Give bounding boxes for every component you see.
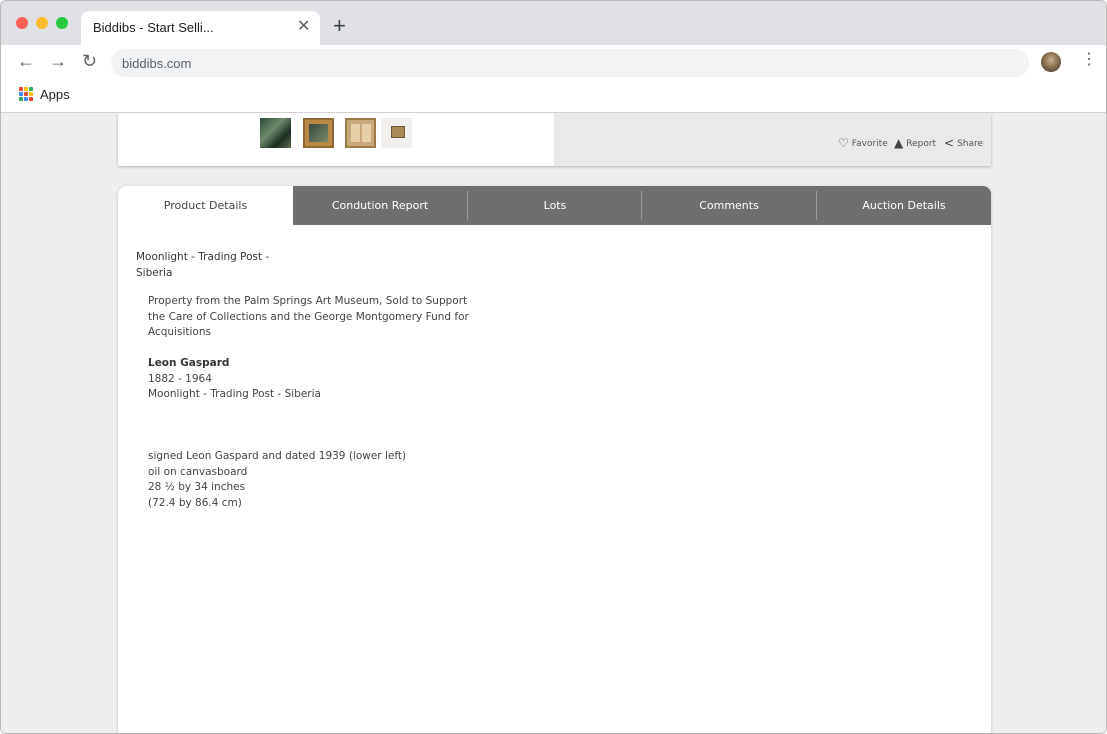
tab-close-icon[interactable]: ✕: [297, 19, 310, 35]
tab-condition-report[interactable]: Condution Report: [293, 186, 467, 225]
tab-lots[interactable]: Lots: [468, 186, 642, 225]
tab-comments[interactable]: Comments: [642, 186, 816, 225]
address-bar[interactable]: biddibs.com: [111, 49, 1029, 77]
tab-strip: Biddibs - Start Selli... ✕ +: [1, 1, 1106, 45]
heart-icon: ♡: [838, 136, 849, 150]
medium-text: oil on canvasboard: [148, 466, 248, 478]
tab-auction-details[interactable]: Auction Details: [817, 186, 991, 225]
dimensions-inches: 28 ½ by 34 inches: [148, 481, 246, 493]
provenance-text: Property from the Palm Springs Art Museu…: [148, 295, 469, 338]
browser-tab[interactable]: Biddibs - Start Selli... ✕: [81, 11, 320, 45]
minimize-window-button[interactable]: [36, 17, 48, 29]
dimensions-cm: (72.4 by 86.4 cm): [148, 497, 242, 509]
warning-icon: ▲: [894, 136, 904, 150]
artist-name: Leon Gaspard: [148, 357, 230, 369]
work-title: Moonlight - Trading Post - Siberia: [148, 388, 321, 400]
details-card: Product Details Condution Report Lots Co…: [118, 186, 991, 733]
thumbnail-4[interactable]: [381, 118, 412, 148]
url-text: biddibs.com: [122, 56, 192, 71]
details-tab-bar: Product Details Condution Report Lots Co…: [118, 186, 991, 225]
menu-icon[interactable]: ⋮: [1081, 52, 1097, 68]
reload-icon[interactable]: ↻: [82, 52, 97, 70]
report-button[interactable]: ▲ Report: [894, 135, 936, 150]
share-button[interactable]: < Share: [944, 135, 983, 150]
artist-dates: 1882 - 1964: [148, 373, 212, 385]
thumbnail-3[interactable]: [345, 118, 376, 148]
browser-window: Biddibs - Start Selli... ✕ + ← → ↻ biddi…: [0, 0, 1107, 734]
profile-avatar[interactable]: [1041, 52, 1061, 72]
browser-toolbar: ← → ↻ biddibs.com ⋮: [1, 45, 1106, 81]
apps-grid-icon[interactable]: [19, 87, 33, 101]
signature-text: signed Leon Gaspard and dated 1939 (lowe…: [148, 450, 407, 462]
new-tab-button[interactable]: +: [333, 15, 346, 37]
page-viewport: ♡ Favorite ▲ Report < Share Product Details…: [1, 113, 1106, 733]
tab-product-details[interactable]: Product Details: [118, 186, 293, 225]
thumbnail-1[interactable]: [260, 118, 291, 148]
apps-bookmark[interactable]: Apps: [40, 87, 70, 102]
bookmarks-bar: Apps: [1, 81, 1106, 113]
thumbnail-2[interactable]: [303, 118, 334, 148]
image-gallery: ♡ Favorite ▲ Report < Share: [118, 113, 991, 166]
back-arrow-icon[interactable]: ←: [17, 52, 35, 70]
maximize-window-button[interactable]: [56, 17, 68, 29]
forward-arrow-icon[interactable]: →: [49, 52, 67, 70]
lot-title: Moonlight - Trading Post - Siberia: [136, 251, 270, 279]
tab-title: Biddibs - Start Selli...: [93, 20, 214, 35]
favorite-button[interactable]: ♡ Favorite: [838, 135, 888, 150]
close-window-button[interactable]: [16, 17, 28, 29]
share-icon: <: [944, 136, 955, 150]
